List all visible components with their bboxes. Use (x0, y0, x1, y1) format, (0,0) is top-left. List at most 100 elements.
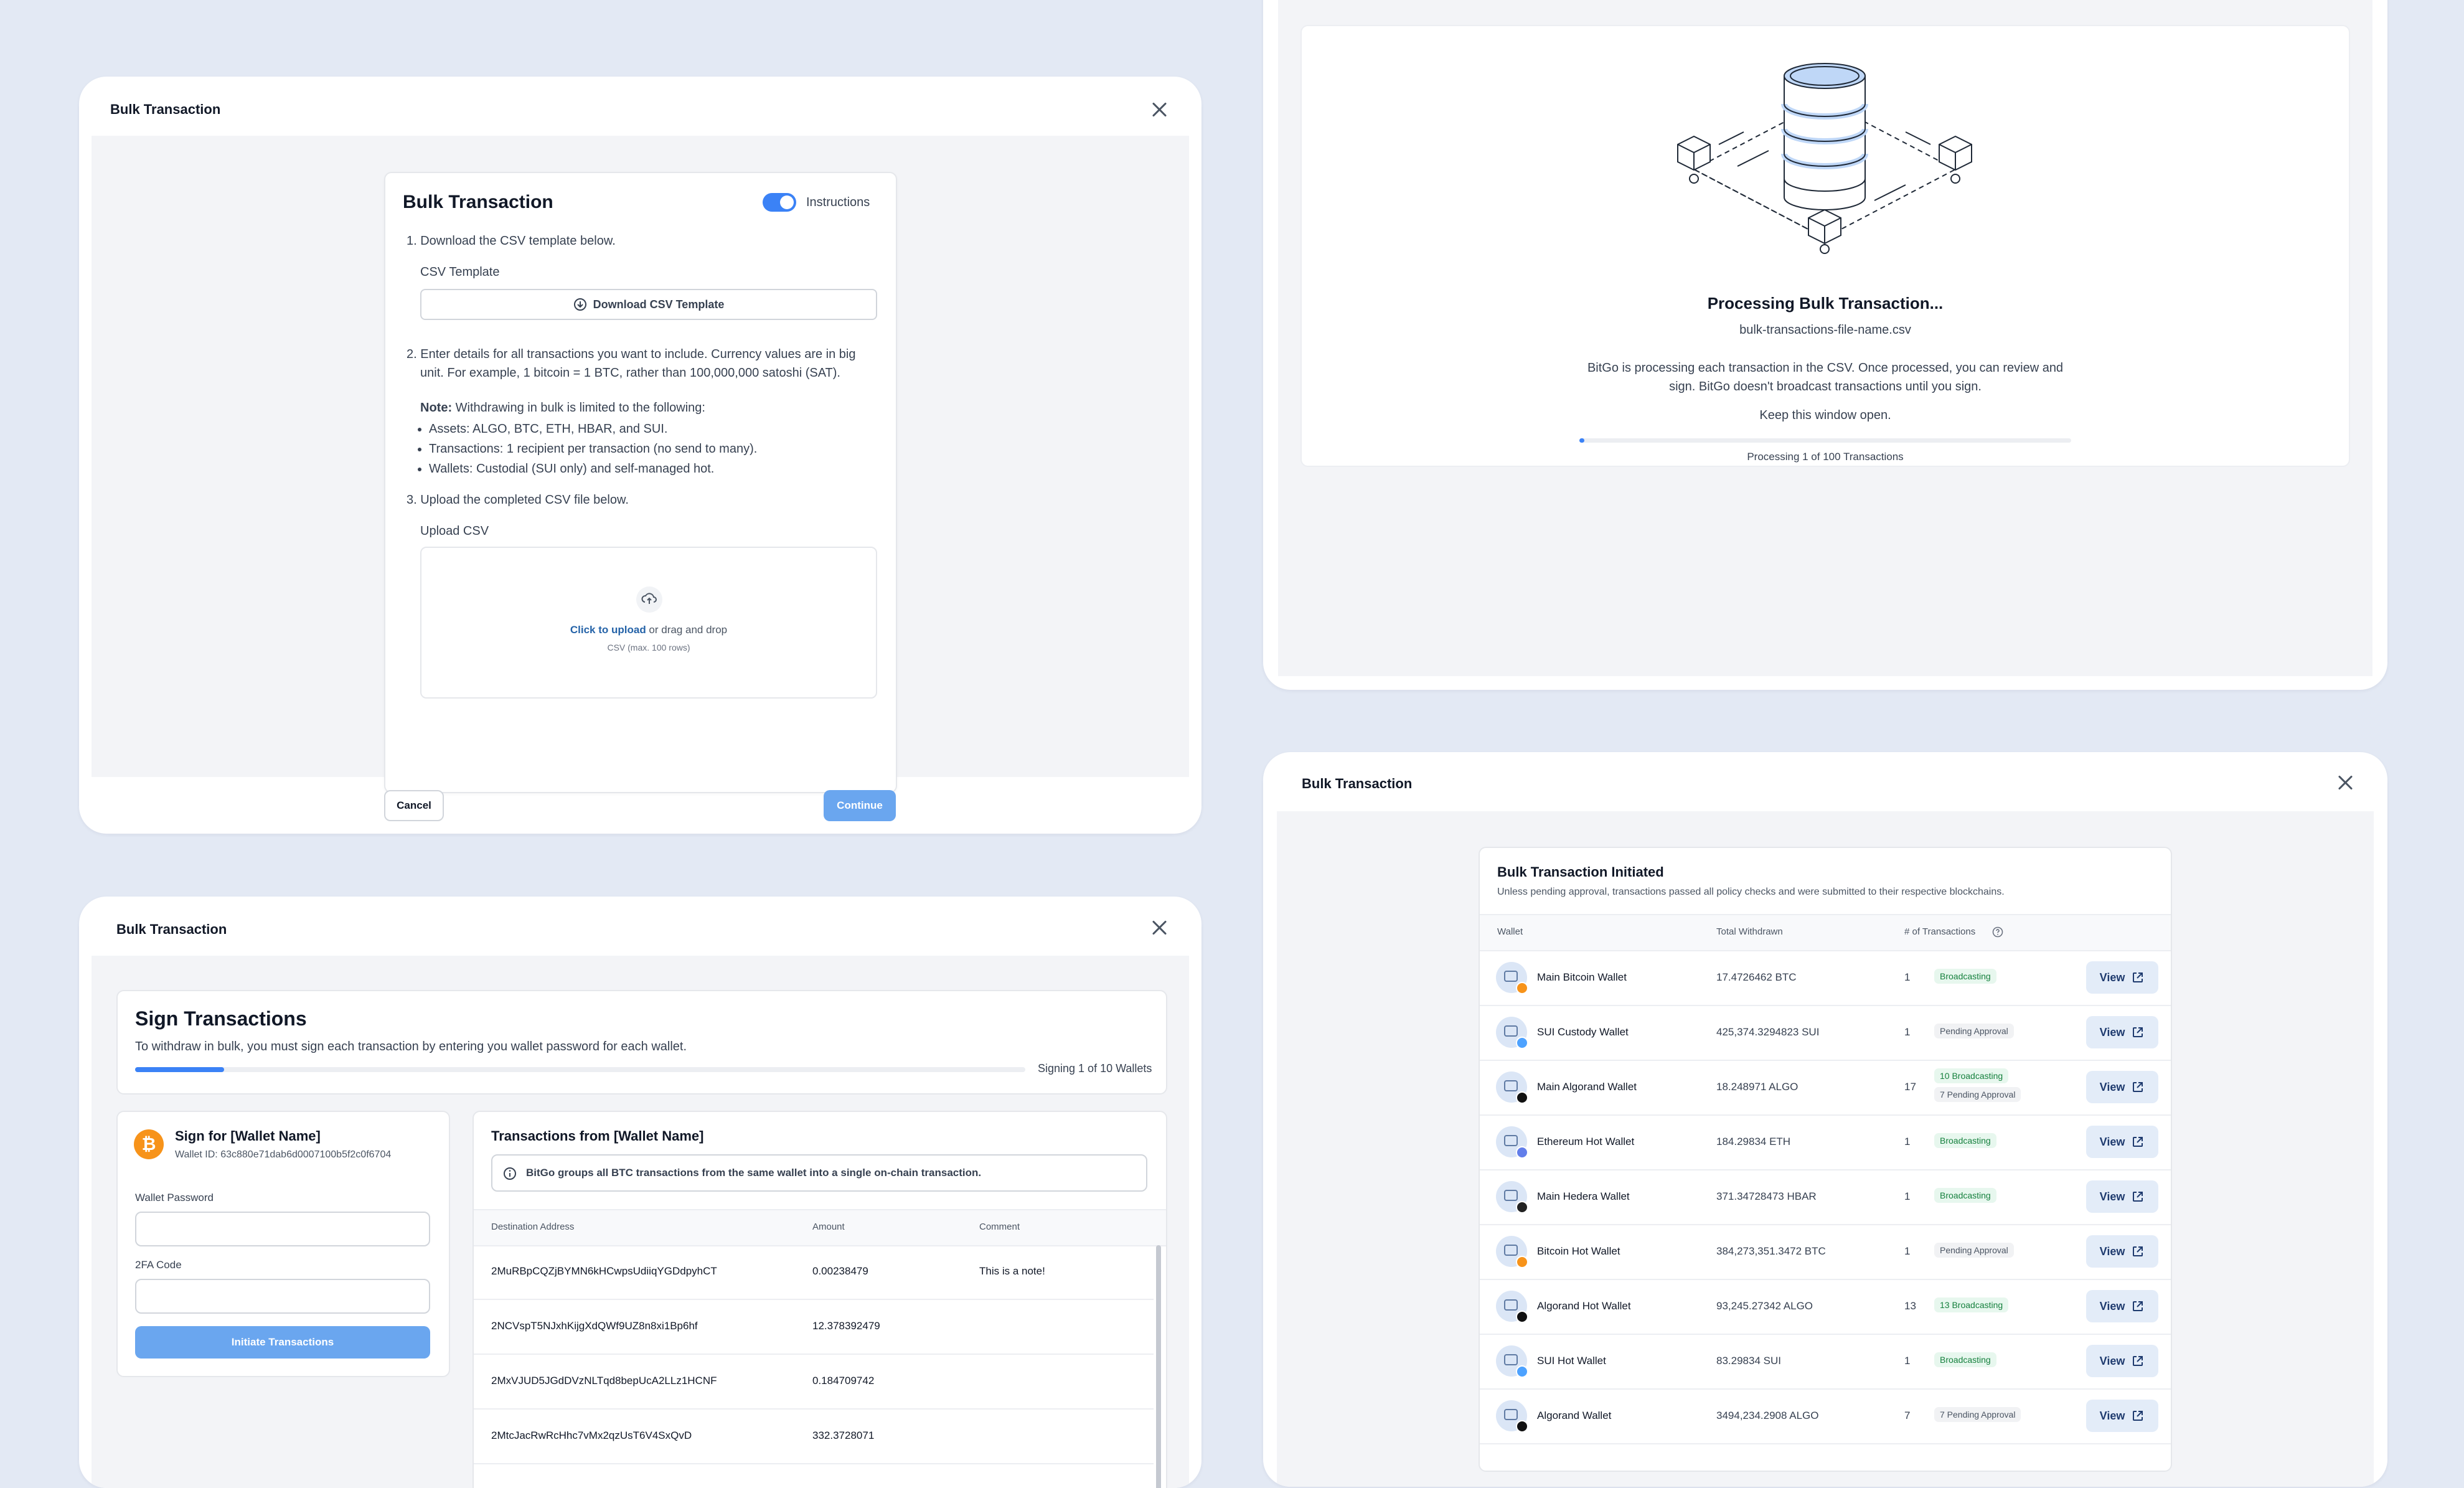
status-badge: 13 Broadcasting (1934, 1297, 2009, 1312)
processing-progress-bar (1579, 438, 2071, 443)
tx-table-header: Destination Address Amount Comment (474, 1209, 1166, 1246)
view-button[interactable]: View (2086, 1345, 2158, 1377)
coin-badge-icon (1516, 1311, 1528, 1323)
download-csv-button[interactable]: Download CSV Template (420, 289, 877, 320)
coin-badge-icon (1516, 982, 1528, 994)
bulk-transaction-sign-dialog: Bulk Transaction Sign Transactions To wi… (79, 897, 1201, 1488)
tx-row: 2MxVJUD5JGdDVzNLTqd8bepUcA2LLz1HCNF 0.18… (474, 1355, 1154, 1410)
wallet-name: Ethereum Hot Wallet (1537, 1136, 1635, 1147)
bulk-transaction-initiated-dialog: Bulk Transaction Bulk Transaction Initia… (1263, 752, 2387, 1487)
initiate-transactions-button[interactable]: Initiate Transactions (135, 1326, 430, 1359)
signing-progress-bar (135, 1067, 1025, 1072)
view-button[interactable]: View (2086, 1071, 2158, 1103)
panel-title: Bulk Transaction (403, 192, 553, 212)
sign-for-title: Sign for [Wallet Name] (175, 1128, 321, 1144)
close-icon[interactable] (1150, 100, 1169, 119)
status-badge: Broadcasting (1934, 1133, 1996, 1148)
step-2: 2. Enter details for all transactions yo… (407, 347, 856, 380)
wallet-icon (1496, 1345, 1528, 1378)
wallet-row: SUI Hot Wallet 83.29834 SUI 1 Broadcasting V… (1480, 1334, 2171, 1390)
view-button-label: View (2099, 1135, 2125, 1148)
cancel-button[interactable]: Cancel (384, 790, 444, 821)
processing-progress-text: Processing 1 of 100 Transactions (1747, 451, 1904, 463)
col-wallet: Wallet (1497, 926, 1523, 937)
twofa-code-field[interactable] (135, 1279, 430, 1314)
tx-address: 2MtcJacRwRcHhc7vMx2qzUsT6V4SxQvD (491, 1429, 692, 1441)
info-banner: BitGo groups all BTC transactions from t… (491, 1154, 1147, 1192)
keep-window-open: Keep this window open. (1759, 408, 1891, 422)
database-illustration-icon (1677, 63, 1972, 254)
wallet-name: Main Hedera Wallet (1537, 1190, 1630, 1202)
upload-csv-label: Upload CSV (420, 524, 489, 538)
step-1: 1. Download the CSV template below. (407, 234, 616, 248)
wallet-row: Main Algorand Wallet 18.248971 ALGO 17 10 B… (1480, 1060, 2171, 1116)
toggle-label: Instructions (806, 195, 870, 209)
wallet-name: Algorand Wallet (1537, 1410, 1612, 1421)
continue-button[interactable]: Continue (824, 790, 896, 821)
transaction-count: 7 (1904, 1410, 1911, 1421)
view-button[interactable]: View (2086, 1126, 2158, 1158)
wallet-name: Algorand Hot Wallet (1537, 1300, 1631, 1312)
transaction-count: 1 (1904, 1136, 1911, 1147)
view-button[interactable]: View (2086, 1016, 2158, 1048)
wallet-icon (1496, 1126, 1528, 1159)
total-withdrawn: 184.29834 ETH (1716, 1136, 1791, 1147)
wallet-row: Algorand Hot Wallet 93,245.27342 ALGO 13 13… (1480, 1279, 2171, 1335)
upload-hint: CSV (max. 100 rows) (607, 643, 690, 652)
tx-row: 2NCVspT5NJxhKijgXdQWf9UZ8n8xi1Bp6hf 12.3… (474, 1300, 1154, 1355)
tx-address: 2MuRBpCQZjBYMN6kHCwpsUdiiqYGDdpyhCT (491, 1265, 717, 1277)
wallet-name: Bitcoin Hot Wallet (1537, 1245, 1620, 1257)
wallet-icon (1496, 962, 1528, 994)
progress-fill (1579, 438, 1584, 443)
wallet-row: Main Bitcoin Wallet 17.4726462 BTC 1 Broadc… (1480, 950, 2171, 1006)
view-button[interactable]: View (2086, 1290, 2158, 1322)
wallet-icon (1496, 1291, 1528, 1323)
view-button[interactable]: View (2086, 1400, 2158, 1432)
total-withdrawn: 3494,234.2908 ALGO (1716, 1410, 1819, 1421)
password-label: Wallet Password (135, 1192, 214, 1203)
coin-badge-icon (1516, 1146, 1528, 1159)
status-badge: Pending Approval (1934, 1243, 2014, 1258)
wallet-row: Algorand Wallet 3494,234.2908 ALGO 7 7 Pend… (1480, 1388, 2171, 1444)
view-button[interactable]: View (2086, 1180, 2158, 1213)
wallet-icon (1496, 1236, 1528, 1268)
bulk-transaction-dialog-instructions: Bulk Transaction Bulk Transaction Instru… (79, 77, 1201, 834)
tx-address: 2MxVJUD5JGdDVzNLTqd8bepUcA2LLz1HCNF (491, 1375, 717, 1387)
transactions-title: Transactions from [Wallet Name] (491, 1128, 704, 1144)
click-to-upload-link[interactable]: Click to upload (570, 624, 646, 636)
view-button-label: View (2099, 1409, 2125, 1422)
upload-dropzone[interactable]: Click to upload or drag and drop CSV (ma… (420, 547, 877, 699)
initiated-description: Unless pending approval, transactions pa… (1497, 887, 2005, 897)
col-comment: Comment (979, 1222, 1020, 1232)
help-icon[interactable] (1991, 926, 2004, 938)
signing-progress-fill (135, 1067, 224, 1072)
external-link-icon (2133, 972, 2143, 982)
status-badges: Broadcasting (1934, 1352, 1996, 1367)
tx-amount: 332.3728071 (812, 1429, 875, 1441)
view-button-label: View (2099, 1299, 2125, 1312)
total-withdrawn: 18.248971 ALGO (1716, 1081, 1799, 1093)
instructions-toggle[interactable] (763, 193, 796, 212)
status-badges: Pending Approval (1934, 1024, 2014, 1038)
tx-scrollbar[interactable] (1156, 1245, 1161, 1488)
close-icon[interactable] (2336, 773, 2354, 792)
bulk-transaction-processing-dialog: Processing Bulk Transaction... bulk-tran… (1263, 0, 2387, 690)
initiated-panel: Bulk Transaction Initiated Unless pendin… (1479, 847, 2172, 1472)
wallet-icon (1496, 1181, 1528, 1213)
external-link-icon (2133, 1356, 2143, 1366)
tx-amount: 0.00238479 (812, 1265, 868, 1277)
wallet-password-field[interactable] (135, 1212, 430, 1246)
transaction-count: 1 (1904, 971, 1911, 983)
signing-progress-text: Signing 1 of 10 Wallets (1038, 1062, 1152, 1075)
status-badge: Broadcasting (1934, 1352, 1996, 1367)
close-icon[interactable] (1150, 918, 1169, 937)
col-destination: Destination Address (491, 1222, 575, 1232)
coin-badge-icon (1516, 1256, 1528, 1268)
info-text: BitGo groups all BTC transactions from t… (526, 1167, 982, 1179)
dialog-title: Bulk Transaction (110, 101, 221, 117)
view-button[interactable]: View (2086, 1235, 2158, 1268)
view-button[interactable]: View (2086, 961, 2158, 994)
status-badges: Broadcasting (1934, 969, 1996, 984)
transaction-count: 13 (1904, 1300, 1916, 1312)
col-total-withdrawn: Total Withdrawn (1716, 926, 1783, 937)
